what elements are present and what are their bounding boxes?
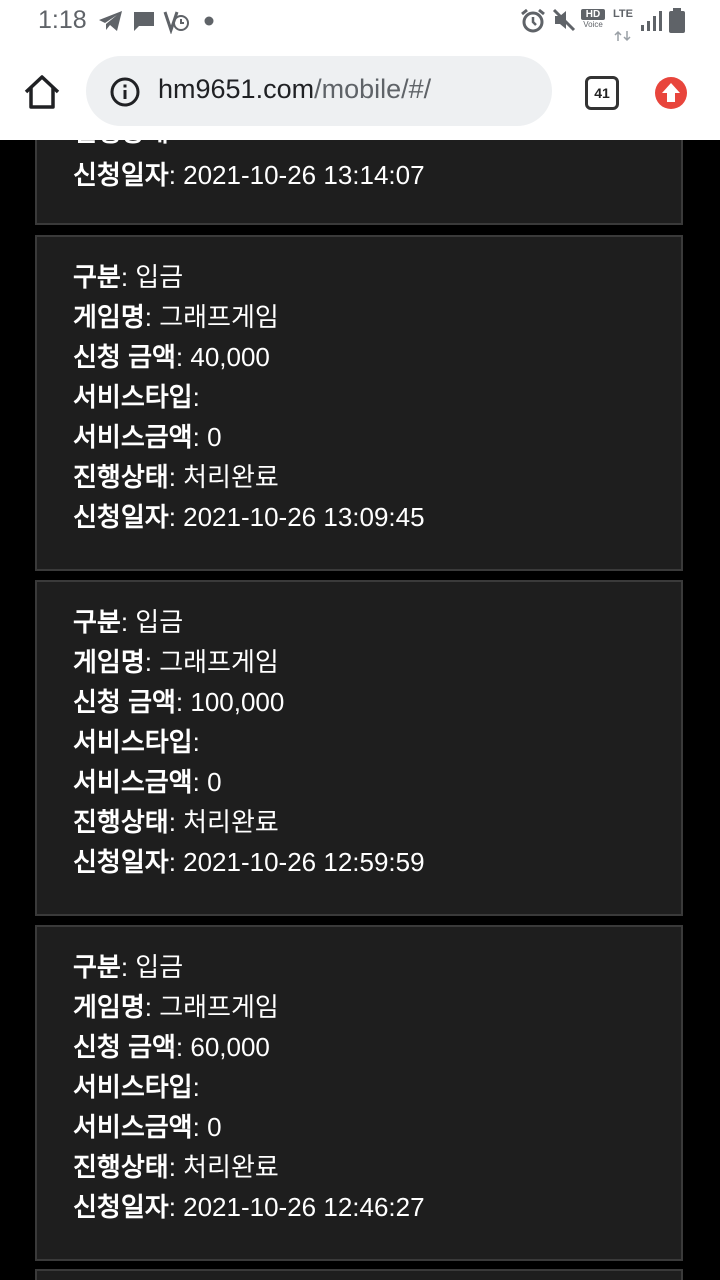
service-type-row: 서비스타입: <box>73 382 200 412</box>
game-name-row: 게임명: 그래프게임 <box>73 647 279 677</box>
service-type-label: 서비스타입 <box>73 727 193 757</box>
service-type-label: 서비스타입 <box>73 1072 193 1102</box>
type-label: 구분 <box>73 952 121 982</box>
service-type-row: 서비스타입: <box>73 727 200 757</box>
url-host: hm9651.com <box>158 74 315 104</box>
request-date-value: 2021-10-26 12:46:27 <box>183 1192 425 1222</box>
type-value: 입금 <box>135 262 184 292</box>
transaction-card: 구분: 입금 게임명: 그래프게임 신청 금액: 60,000 서비스타입: 서… <box>35 925 683 1261</box>
battery-icon <box>669 8 685 33</box>
request-date-label: 신청일자 <box>73 1192 169 1222</box>
service-type-label: 서비스타입 <box>73 382 193 412</box>
type-row: 구분: 입금 <box>73 262 184 292</box>
request-date-row: 신청일자: 2021-10-26 12:59:59 <box>73 847 425 877</box>
request-date-label: 신청일자 <box>73 847 169 877</box>
game-name-row: 게임명: 그래프게임 <box>73 992 279 1022</box>
progress-row: 진행상태: 처리완료 <box>73 807 279 837</box>
game-name-value: 그래프게임 <box>159 302 279 332</box>
hd-label: HD <box>581 9 605 20</box>
amount-value: 40,000 <box>190 342 270 372</box>
data-arrows-icon <box>614 30 631 42</box>
address-bar[interactable]: hm9651.com/mobile/#/ <box>86 56 552 126</box>
progress-label: 진행상태 <box>73 807 169 837</box>
service-amount-value: 0 <box>207 1112 222 1142</box>
service-amount-label: 서비스금액 <box>73 422 193 452</box>
game-name-row: 게임명: 그래프게임 <box>73 302 279 332</box>
app-notification-icon <box>163 11 189 34</box>
service-type-row: 서비스타입: <box>73 1072 200 1102</box>
transaction-card: 구분: 입금 게임명: 그래프게임 신청 금액: 100,000 서비스타입: … <box>35 580 683 916</box>
game-name-label: 게임명 <box>73 647 145 677</box>
amount-row: 신청 금액: 40,000 <box>73 342 270 372</box>
update-icon[interactable] <box>654 76 688 110</box>
game-name-value: 그래프게임 <box>159 992 279 1022</box>
amount-label: 신청 금액 <box>73 342 176 372</box>
transaction-card <box>35 1269 683 1280</box>
request-date-value: 2021-10-26 13:14:07 <box>183 160 425 190</box>
cut-off-row: 진행상태 <box>73 140 169 149</box>
hd-voice-icon: HD Voice <box>581 9 605 33</box>
service-amount-row: 서비스금액: 0 <box>73 422 222 452</box>
service-amount-label: 서비스금액 <box>73 1112 193 1142</box>
game-name-value: 그래프게임 <box>159 647 279 677</box>
transaction-list: 진행상태 신청일자: 2021-10-26 13:14:07 구분: 입금 게임… <box>0 140 720 1280</box>
request-date-label: 신청일자 <box>73 160 169 190</box>
status-bar: 1:18 HD Voice LTE <box>0 0 720 42</box>
progress-value: 처리완료 <box>183 1152 279 1182</box>
telegram-icon <box>99 11 122 31</box>
colon: : <box>168 160 184 190</box>
amount-row: 신청 금액: 100,000 <box>73 687 285 717</box>
type-value: 입금 <box>135 607 184 637</box>
progress-row: 진행상태: 처리완료 <box>73 462 279 492</box>
home-icon[interactable] <box>22 72 62 112</box>
service-amount-label: 서비스금액 <box>73 767 193 797</box>
signal-icon <box>641 11 662 31</box>
lte-label: LTE <box>613 8 633 20</box>
type-row: 구분: 입금 <box>73 952 184 982</box>
progress-value: 처리완료 <box>183 462 279 492</box>
lte-icon: LTE <box>613 8 637 42</box>
type-label: 구분 <box>73 262 121 292</box>
request-date-row: 신청일자: 2021-10-26 13:14:07 <box>73 155 425 192</box>
type-value: 입금 <box>135 952 184 982</box>
dot-icon <box>204 16 214 26</box>
amount-label: 신청 금액 <box>73 1032 176 1062</box>
alarm-icon <box>521 8 545 33</box>
service-amount-row: 서비스금액: 0 <box>73 767 222 797</box>
progress-label: 진행상태 <box>73 140 169 147</box>
message-icon <box>134 12 154 31</box>
request-date-value: 2021-10-26 12:59:59 <box>183 847 425 877</box>
game-name-label: 게임명 <box>73 302 145 332</box>
request-date-row: 신청일자: 2021-10-26 13:09:45 <box>73 502 425 532</box>
type-row: 구분: 입금 <box>73 607 184 637</box>
url-text[interactable]: hm9651.com/mobile/#/ <box>158 74 431 105</box>
voice-label: Voice <box>583 20 603 29</box>
request-date-label: 신청일자 <box>73 502 169 532</box>
request-date-value: 2021-10-26 13:09:45 <box>183 502 425 532</box>
transaction-card: 진행상태 신청일자: 2021-10-26 13:14:07 <box>35 140 683 225</box>
progress-value: 처리완료 <box>183 807 279 837</box>
service-amount-row: 서비스금액: 0 <box>73 1112 222 1142</box>
service-amount-value: 0 <box>207 422 222 452</box>
amount-value: 60,000 <box>190 1032 270 1062</box>
progress-row: 진행상태: 처리완료 <box>73 1152 279 1182</box>
amount-value: 100,000 <box>190 687 285 717</box>
browser-toolbar: hm9651.com/mobile/#/ 41 <box>0 42 720 140</box>
service-amount-value: 0 <box>207 767 222 797</box>
game-name-label: 게임명 <box>73 992 145 1022</box>
amount-label: 신청 금액 <box>73 687 176 717</box>
url-path: /mobile/#/ <box>314 74 432 104</box>
tab-switcher-button[interactable]: 41 <box>585 76 619 110</box>
transaction-card: 구분: 입금 게임명: 그래프게임 신청 금액: 40,000 서비스타입: 서… <box>35 235 683 571</box>
request-date-row: 신청일자: 2021-10-26 12:46:27 <box>73 1192 425 1222</box>
progress-label: 진행상태 <box>73 1152 169 1182</box>
info-icon[interactable] <box>110 77 140 107</box>
type-label: 구분 <box>73 607 121 637</box>
status-time: 1:18 <box>38 6 87 34</box>
mute-icon <box>552 8 576 32</box>
progress-label: 진행상태 <box>73 462 169 492</box>
amount-row: 신청 금액: 60,000 <box>73 1032 270 1062</box>
